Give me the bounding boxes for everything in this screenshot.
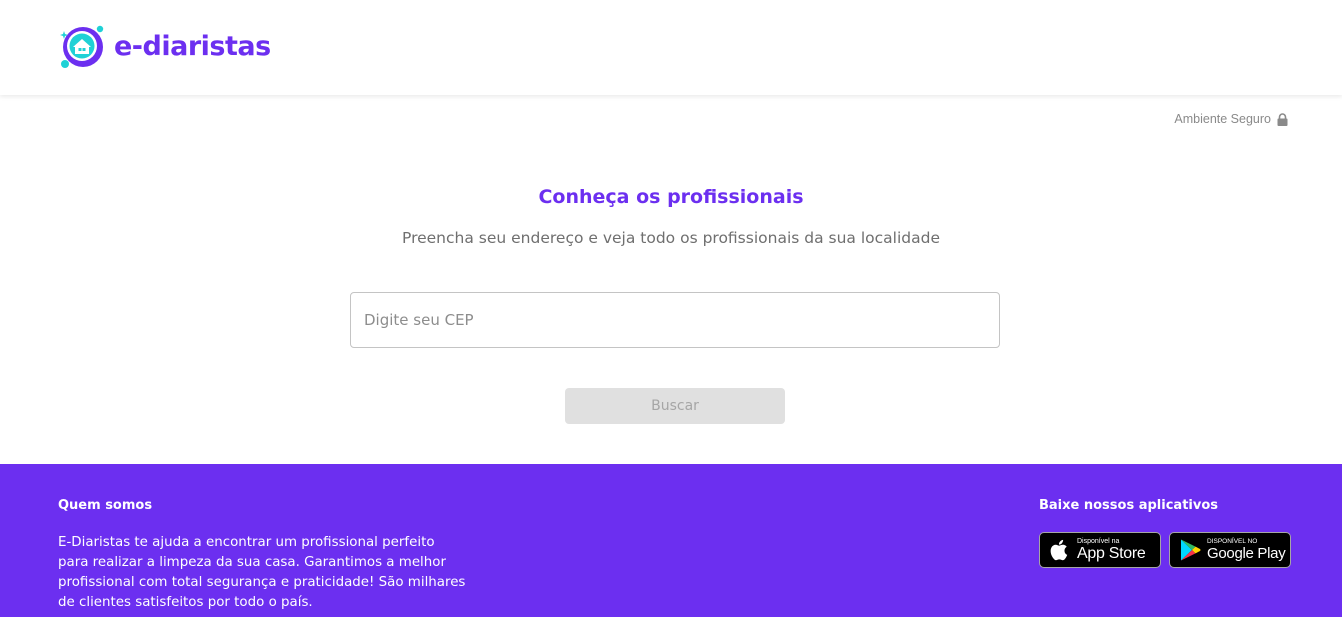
cep-input[interactable] <box>351 293 999 347</box>
footer: Quem somos E-Diaristas te ajuda a encont… <box>0 464 1342 617</box>
apple-icon <box>1050 539 1068 561</box>
about-title: Quem somos <box>58 498 153 513</box>
secure-environment-label: Ambiente Seguro <box>1174 112 1271 126</box>
google-play-texts: DISPONÍVEL NO Google Play <box>1207 538 1286 563</box>
app-store-small-text: Disponível na <box>1077 538 1120 545</box>
google-play-icon <box>1181 539 1201 561</box>
google-play-big-text: Google Play <box>1207 545 1286 563</box>
page-title: Conheça os profissionais <box>538 186 804 208</box>
apps-title: Baixe nossos aplicativos <box>1039 498 1219 513</box>
house-bubble-logo-icon <box>60 25 104 68</box>
page-subtitle: Preencha seu endereço e veja todo os pro… <box>402 229 940 247</box>
google-play-badge[interactable]: DISPONÍVEL NO Google Play <box>1169 532 1291 568</box>
app-store-big-text: App Store <box>1077 545 1146 562</box>
brand-logo[interactable]: e-diaristas <box>58 22 271 70</box>
cep-field[interactable] <box>350 292 1000 348</box>
about-text: E-Diaristas te ajuda a encontrar um prof… <box>58 535 466 610</box>
app-store-texts: Disponível na App Store <box>1077 538 1146 562</box>
app-store-badge[interactable]: Disponível na App Store <box>1039 532 1161 568</box>
secure-environment-badge: Ambiente Seguro <box>1174 112 1288 126</box>
search-button[interactable]: Buscar <box>565 388 785 424</box>
lock-icon <box>1277 112 1288 126</box>
top-header: e-diaristas <box>0 0 1342 95</box>
brand-name: e-diaristas <box>114 30 271 62</box>
